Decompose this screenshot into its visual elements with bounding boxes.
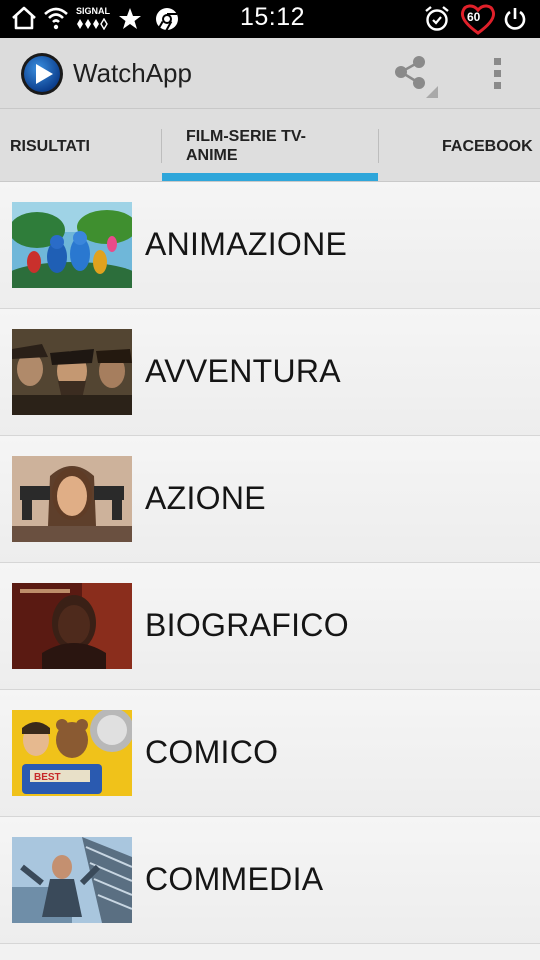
list-item-biografico[interactable]: BIOGRAFICO — [0, 563, 540, 690]
genre-label: BIOGRAFICO — [145, 607, 349, 643]
azione-thumbnail — [12, 456, 132, 542]
signal-icon — [77, 18, 108, 30]
app-logo-icon[interactable] — [20, 52, 64, 96]
tab-bar: RISULTATI FILM-SERIE TV- ANIME FACEBOOK — [0, 109, 540, 182]
list-item-commedia[interactable]: COMMEDIA — [0, 817, 540, 944]
list-item-comico[interactable]: BEST COMICO — [0, 690, 540, 817]
wifi-icon — [44, 7, 68, 30]
star-icon — [119, 8, 141, 29]
tab-risultati[interactable]: RISULTATI — [0, 109, 162, 181]
status-bar: SIGNAL 15:12 60 — [0, 0, 540, 38]
tab-facebook[interactable]: FACEBOOK — [379, 109, 540, 181]
tab-selected-indicator — [162, 173, 378, 181]
svg-text:BEST: BEST — [34, 772, 61, 783]
genre-label: COMMEDIA — [145, 861, 324, 897]
list-item-animazione[interactable]: ANIMAZIONE — [0, 182, 540, 309]
list-item-azione[interactable]: AZIONE — [0, 436, 540, 563]
clock: 15:12 — [240, 3, 306, 31]
battery-level: 60 — [467, 10, 481, 24]
biografico-thumbnail — [12, 583, 132, 669]
signal-label: SIGNAL — [76, 6, 111, 16]
genre-list: ANIMAZIONE AVVENTURA AZIONE BIOGRAFICO B… — [0, 182, 540, 944]
power-icon — [504, 8, 526, 30]
list-item-avventura[interactable]: AVVENTURA — [0, 309, 540, 436]
tab-label: FILM-SERIE TV- ANIME — [186, 128, 306, 164]
genre-label: COMICO — [145, 734, 279, 770]
home-icon — [12, 6, 36, 30]
overflow-menu-icon[interactable] — [488, 56, 508, 92]
avventura-thumbnail — [12, 329, 132, 415]
commedia-thumbnail — [12, 837, 132, 923]
chrome-icon — [156, 8, 178, 32]
genre-label: AVVENTURA — [145, 353, 341, 389]
animazione-thumbnail — [12, 202, 132, 288]
app-title: WatchApp — [73, 58, 192, 88]
genre-label: AZIONE — [145, 480, 266, 516]
tab-label: RISULTATI — [10, 138, 90, 155]
alarm-icon — [425, 6, 449, 31]
tab-film-serie-tv-anime[interactable]: FILM-SERIE TV- ANIME — [162, 109, 378, 181]
share-icon[interactable] — [392, 56, 438, 100]
comico-thumbnail: BEST — [12, 710, 132, 796]
action-bar: WatchApp — [0, 38, 540, 109]
genre-label: ANIMAZIONE — [145, 226, 348, 262]
tab-label: FACEBOOK — [442, 138, 533, 155]
